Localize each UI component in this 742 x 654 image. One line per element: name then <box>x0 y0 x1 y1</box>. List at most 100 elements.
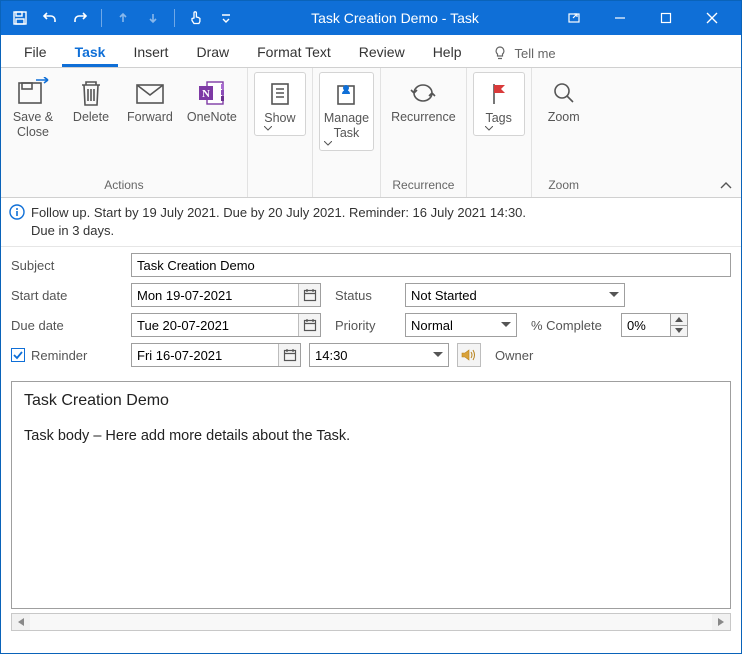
touch-mode-icon[interactable] <box>183 5 209 31</box>
envelope-icon <box>134 76 166 110</box>
save-icon[interactable] <box>7 5 33 31</box>
qat-dropdown-icon[interactable] <box>213 5 239 31</box>
reminder-time-dropdown-button[interactable] <box>429 344 447 366</box>
window-title: Task Creation Demo - Task <box>239 10 551 26</box>
reminder-date-picker-button[interactable] <box>278 344 300 366</box>
onenote-button[interactable]: N OneNote <box>183 72 241 144</box>
up-arrow-icon[interactable] <box>110 5 136 31</box>
owner-label: Owner <box>495 348 533 363</box>
svg-text:N: N <box>202 88 210 100</box>
calendar-icon <box>283 348 297 362</box>
group-actions-label: Actions <box>7 176 241 195</box>
duedate-picker-button[interactable] <box>298 314 320 336</box>
undo-icon[interactable] <box>37 5 63 31</box>
separator <box>101 9 102 27</box>
tab-file[interactable]: File <box>11 37 60 67</box>
tab-insert[interactable]: Insert <box>120 37 181 67</box>
info-icon <box>9 204 25 220</box>
calendar-icon <box>303 288 317 302</box>
magnifier-icon <box>550 76 578 110</box>
show-button[interactable]: Show <box>254 72 306 136</box>
chevron-down-icon <box>433 352 443 358</box>
priority-dropdown-button[interactable] <box>497 314 515 336</box>
pctcomplete-spinner[interactable] <box>621 313 688 337</box>
status-dropdown-button[interactable] <box>605 284 623 306</box>
down-arrow-icon[interactable] <box>140 5 166 31</box>
info-line-1: Follow up. Start by 19 July 2021. Due by… <box>31 204 526 222</box>
separator <box>174 9 175 27</box>
horizontal-scrollbar[interactable] <box>11 613 731 631</box>
group-recurrence-label: Recurrence <box>387 176 460 195</box>
scroll-right-button[interactable] <box>712 614 730 630</box>
calendar-icon <box>303 318 317 332</box>
spin-up-button[interactable] <box>671 314 687 326</box>
ribbon-tabs: File Task Insert Draw Format Text Review… <box>1 35 741 68</box>
tell-me-label: Tell me <box>514 46 555 61</box>
scroll-left-button[interactable] <box>12 614 30 630</box>
chevron-down-icon <box>324 141 332 146</box>
body-text: Task body – Here add more details about … <box>24 428 718 444</box>
scroll-track[interactable] <box>30 614 712 630</box>
tab-format-text[interactable]: Format Text <box>244 37 344 67</box>
delete-button[interactable]: Delete <box>65 72 117 144</box>
minimize-button[interactable] <box>597 3 643 33</box>
save-close-button[interactable]: Save & Close <box>7 72 59 144</box>
chevron-down-icon <box>485 126 493 131</box>
spin-down-button[interactable] <box>671 326 687 337</box>
recurrence-icon <box>408 76 438 110</box>
collapse-ribbon-button[interactable] <box>719 181 733 191</box>
tab-review[interactable]: Review <box>346 37 418 67</box>
zoom-button[interactable]: Zoom <box>538 72 590 129</box>
status-label: Status <box>335 288 405 303</box>
duedate-label: Due date <box>11 318 131 333</box>
flag-icon <box>487 77 511 111</box>
lightbulb-icon <box>492 45 508 61</box>
info-line-2: Due in 3 days. <box>31 222 526 240</box>
recurrence-button[interactable]: Recurrence <box>387 72 460 129</box>
save-close-icon <box>16 76 50 110</box>
priority-label: Priority <box>335 318 405 333</box>
close-button[interactable] <box>689 3 735 33</box>
chevron-down-icon <box>609 292 619 298</box>
pctcomplete-label: % Complete <box>531 318 621 333</box>
tab-draw[interactable]: Draw <box>183 37 242 67</box>
redo-icon[interactable] <box>67 5 93 31</box>
pctcomplete-input[interactable] <box>621 313 671 337</box>
duedate-input[interactable] <box>131 313 321 337</box>
tab-help[interactable]: Help <box>420 37 475 67</box>
title-bar: Task Creation Demo - Task <box>1 1 741 35</box>
task-window: Task Creation Demo - Task File Task Inse… <box>0 0 742 654</box>
chevron-down-icon <box>264 126 272 131</box>
chevron-down-icon <box>501 322 511 328</box>
startdate-label: Start date <box>11 288 131 303</box>
manage-task-button[interactable]: Manage Task <box>319 72 374 151</box>
info-bar: Follow up. Start by 19 July 2021. Due by… <box>1 198 741 247</box>
startdate-input[interactable] <box>131 283 321 307</box>
task-body-editor[interactable]: Task Creation Demo Task body – Here add … <box>11 381 731 609</box>
reminder-label: Reminder <box>31 348 87 363</box>
maximize-button[interactable] <box>643 3 689 33</box>
reminder-date-input[interactable] <box>131 343 301 367</box>
subject-label: Subject <box>11 258 131 273</box>
forward-button[interactable]: Forward <box>123 72 177 144</box>
reminder-checkbox[interactable] <box>11 348 25 362</box>
onenote-icon: N <box>197 76 227 110</box>
startdate-picker-button[interactable] <box>298 284 320 306</box>
tab-task[interactable]: Task <box>62 37 119 67</box>
check-icon <box>13 350 23 360</box>
body-title: Task Creation Demo <box>24 392 718 410</box>
ribbon: Save & Close Delete Forward N <box>1 68 741 198</box>
reminder-sound-button[interactable] <box>457 343 481 367</box>
subject-input[interactable] <box>131 253 731 277</box>
person-tasks-icon <box>332 77 360 111</box>
group-zoom-label: Zoom <box>538 176 590 195</box>
task-form: Subject Start date Status Due date <box>1 247 741 377</box>
tell-me-search[interactable]: Tell me <box>484 39 563 67</box>
tags-button[interactable]: Tags <box>473 72 525 136</box>
reminder-time-input[interactable] <box>309 343 449 367</box>
trash-icon <box>77 76 105 110</box>
notebook-icon <box>266 77 294 111</box>
status-combo[interactable] <box>405 283 625 307</box>
window-popout-button[interactable] <box>551 3 597 33</box>
speaker-icon <box>461 348 477 362</box>
